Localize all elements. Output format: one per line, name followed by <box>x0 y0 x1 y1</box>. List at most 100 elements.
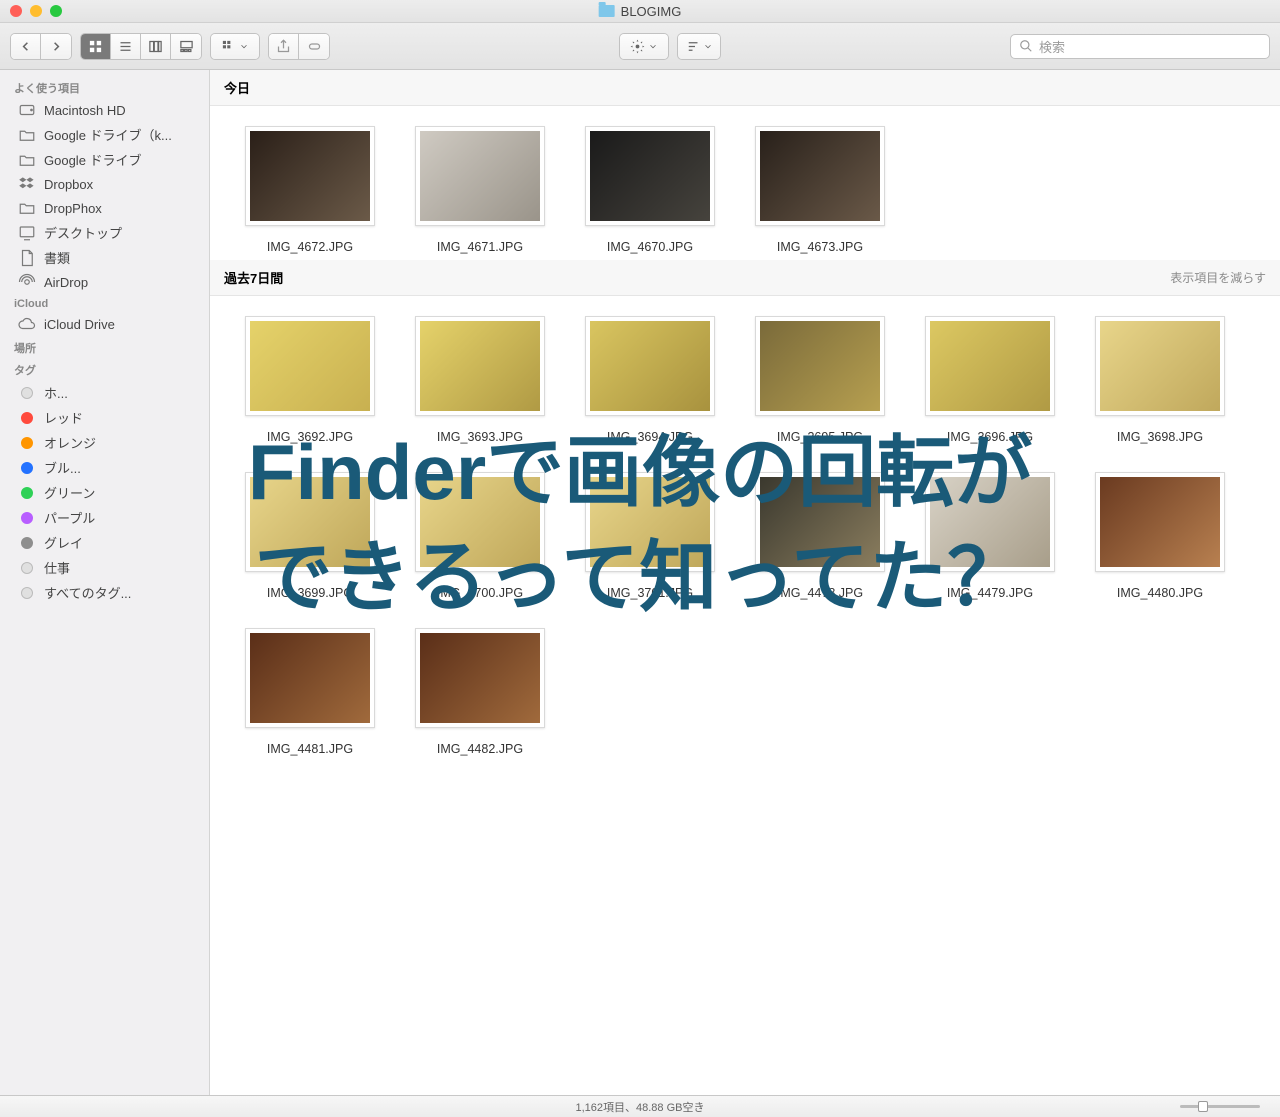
tag-icon <box>18 409 36 427</box>
sidebar-item[interactable]: オレンジ <box>0 430 209 455</box>
sidebar-item[interactable]: レッド <box>0 405 209 430</box>
file-label: IMG_3698.JPG <box>1117 430 1203 444</box>
file-item[interactable]: IMG_4482.JPG <box>396 628 564 756</box>
sidebar: よく使う項目Macintosh HDGoogle ドライブ（k... Google… <box>0 70 210 1095</box>
sidebar-item[interactable]: 書類 <box>0 245 209 270</box>
icon-view-button[interactable] <box>81 34 111 59</box>
file-item[interactable]: IMG_3699.JPG <box>226 472 394 600</box>
file-item[interactable]: IMG_3696.JPG <box>906 316 1074 444</box>
sidebar-item-label: オレンジ <box>44 433 96 452</box>
file-item[interactable]: IMG_4672.JPG <box>226 126 394 254</box>
file-thumbnail <box>1095 316 1225 416</box>
sidebar-item-label: 書類 <box>44 248 70 267</box>
file-item[interactable]: IMG_4481.JPG <box>226 628 394 756</box>
file-label: IMG_3701.JPG <box>607 586 693 600</box>
section-header: 過去7日間表示項目を減らす <box>210 260 1280 296</box>
sidebar-item[interactable]: Google ドライブ（k... <box>0 122 209 147</box>
file-label: IMG_3693.JPG <box>437 430 523 444</box>
sidebar-item[interactable]: 仕事 <box>0 555 209 580</box>
file-item[interactable]: IMG_4478.JPG <box>736 472 904 600</box>
close-button[interactable] <box>10 5 22 17</box>
reduce-link[interactable]: 表示項目を減らす <box>1170 269 1266 286</box>
sidebar-item-label: Google ドライブ <box>44 150 142 169</box>
file-item[interactable]: IMG_3692.JPG <box>226 316 394 444</box>
maximize-button[interactable] <box>50 5 62 17</box>
tag-icon <box>18 559 36 577</box>
file-label: IMG_4673.JPG <box>777 240 863 254</box>
file-item[interactable]: IMG_4671.JPG <box>396 126 564 254</box>
file-item[interactable]: IMG_4670.JPG <box>566 126 734 254</box>
action-group <box>619 33 669 60</box>
back-button[interactable] <box>11 34 41 59</box>
list-view-button[interactable] <box>111 34 141 59</box>
sidebar-item[interactable]: デスクトップ <box>0 220 209 245</box>
file-label: IMG_3699.JPG <box>267 586 353 600</box>
sidebar-item[interactable]: グレイ <box>0 530 209 555</box>
column-view-button[interactable] <box>141 34 171 59</box>
search-input[interactable]: 検索 <box>1010 34 1270 59</box>
groupby-button[interactable] <box>211 34 259 59</box>
sidebar-item[interactable]: すべてのタグ... <box>0 580 209 605</box>
toolbar: 検索 <box>0 23 1280 70</box>
file-label: IMG_4482.JPG <box>437 742 523 756</box>
file-label: IMG_3696.JPG <box>947 430 1033 444</box>
airdrop-icon <box>18 273 36 291</box>
sidebar-item[interactable]: パープル <box>0 505 209 530</box>
sidebar-item-label: ブル... <box>44 458 81 477</box>
zoom-slider[interactable] <box>1180 1105 1260 1108</box>
tag-icon <box>18 509 36 527</box>
file-thumbnail <box>245 316 375 416</box>
file-thumbnail <box>925 472 1055 572</box>
file-item[interactable]: IMG_3700.JPG <box>396 472 564 600</box>
share-group <box>268 33 330 60</box>
file-thumbnail <box>245 126 375 226</box>
file-label: IMG_4671.JPG <box>437 240 523 254</box>
sort-button[interactable] <box>678 34 720 59</box>
titlebar: BLOGIMG <box>0 0 1280 23</box>
sidebar-item[interactable]: グリーン <box>0 480 209 505</box>
action-button[interactable] <box>620 34 668 59</box>
search-placeholder: 検索 <box>1039 37 1065 56</box>
document-icon <box>18 249 36 267</box>
sidebar-item-label: グレイ <box>44 533 83 552</box>
tag-icon <box>18 534 36 552</box>
sidebar-item-label: レッド <box>44 408 83 427</box>
folder-icon <box>18 151 36 169</box>
sidebar-item[interactable]: Macintosh HD <box>0 98 209 122</box>
content-area: 今日IMG_4672.JPGIMG_4671.JPGIMG_4670.JPGIM… <box>210 70 1280 1095</box>
share-button[interactable] <box>269 34 299 59</box>
window-title: BLOGIMG <box>621 4 682 19</box>
file-item[interactable]: IMG_3694.JPG <box>566 316 734 444</box>
file-thumbnail <box>415 628 545 728</box>
minimize-button[interactable] <box>30 5 42 17</box>
file-thumbnail <box>245 472 375 572</box>
cloud-icon <box>18 315 36 333</box>
sort-group <box>677 33 721 60</box>
file-item[interactable]: IMG_3695.JPG <box>736 316 904 444</box>
statusbar: 1,162項目、48.88 GB空き <box>0 1095 1280 1117</box>
file-label: IMG_4672.JPG <box>267 240 353 254</box>
sidebar-item[interactable]: ブル... <box>0 455 209 480</box>
sidebar-item-label: iCloud Drive <box>44 317 115 332</box>
tag-button[interactable] <box>299 34 329 59</box>
file-item[interactable]: IMG_3698.JPG <box>1076 316 1244 444</box>
sidebar-header: タグ <box>0 358 209 380</box>
sidebar-item[interactable]: iCloud Drive <box>0 312 209 336</box>
sidebar-item[interactable]: ホ... <box>0 380 209 405</box>
forward-button[interactable] <box>41 34 71 59</box>
file-item[interactable]: IMG_3693.JPG <box>396 316 564 444</box>
file-label: IMG_3700.JPG <box>437 586 523 600</box>
sidebar-item[interactable]: AirDrop <box>0 270 209 294</box>
sidebar-header: よく使う項目 <box>0 76 209 98</box>
sidebar-item[interactable]: DropPhox <box>0 196 209 220</box>
sidebar-item[interactable]: Google ドライブ <box>0 147 209 172</box>
file-item[interactable]: IMG_4479.JPG <box>906 472 1074 600</box>
section-header: 今日 <box>210 70 1280 106</box>
gallery-view-button[interactable] <box>171 34 201 59</box>
sidebar-item[interactable]: Dropbox <box>0 172 209 196</box>
file-item[interactable]: IMG_3701.JPG <box>566 472 734 600</box>
tag-icon <box>18 459 36 477</box>
hdd-icon <box>18 101 36 119</box>
file-item[interactable]: IMG_4480.JPG <box>1076 472 1244 600</box>
file-item[interactable]: IMG_4673.JPG <box>736 126 904 254</box>
